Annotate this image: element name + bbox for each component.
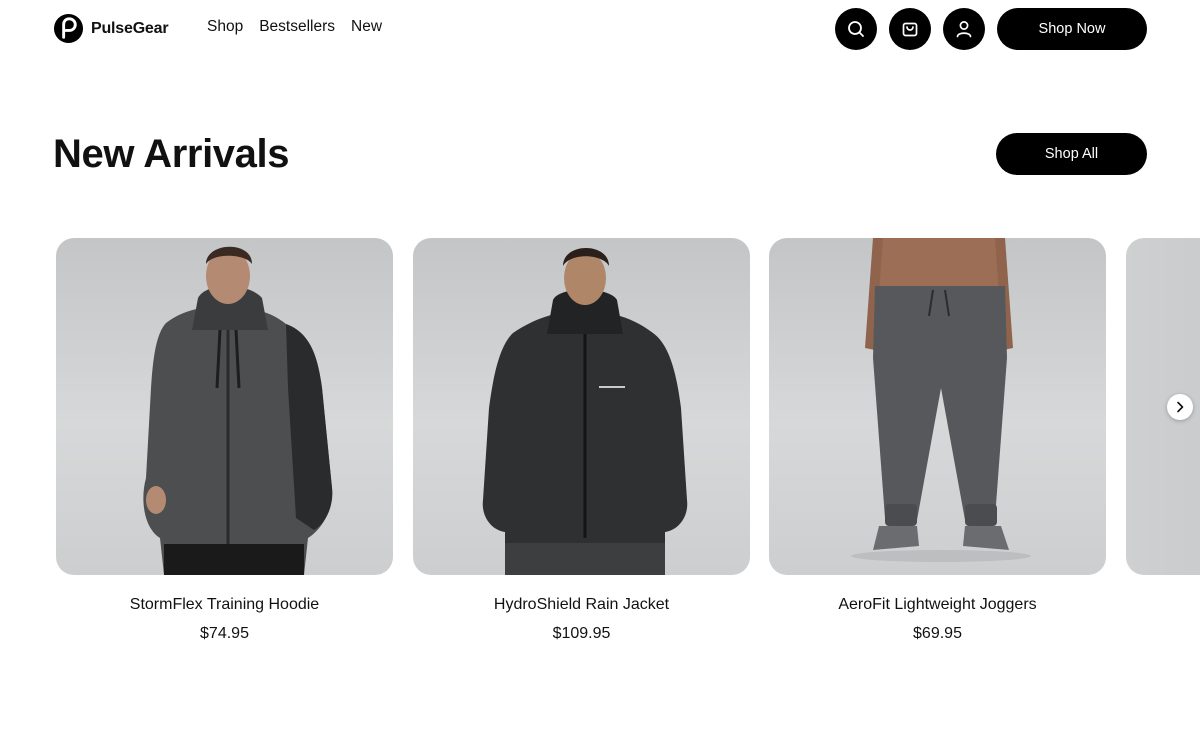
nav-new[interactable]: New <box>351 18 382 36</box>
product-name[interactable]: AeroFit Lightweight Joggers <box>769 594 1106 616</box>
chevron-right-icon <box>1177 401 1184 413</box>
brand-logo[interactable]: PulseGear <box>53 13 169 44</box>
shopping-bag-icon <box>902 22 918 37</box>
product-price: $74.95 <box>200 625 249 642</box>
product-image-jacket[interactable] <box>413 238 750 575</box>
brand-name: PulseGear <box>91 19 169 37</box>
hoodie-illustration <box>143 246 333 575</box>
product-price: $109.95 <box>552 625 611 642</box>
product-image-joggers[interactable] <box>769 238 1106 575</box>
shop-all-button[interactable]: Shop All <box>996 133 1147 175</box>
search-icon <box>848 21 864 37</box>
cart-button[interactable] <box>889 8 931 50</box>
search-button[interactable] <box>835 8 877 50</box>
product-card[interactable]: AeroFit Lightweight Joggers $69.95 <box>769 238 1106 645</box>
product-card[interactable]: StormFlex Training Hoodie $74.95 <box>56 238 393 645</box>
product-price: $69.95 <box>913 625 962 642</box>
section-title: New Arrivals <box>53 132 290 176</box>
account-button[interactable] <box>943 8 985 50</box>
joggers-illustration <box>851 238 1031 562</box>
product-name[interactable]: HydroShield Rain Jacket <box>413 594 750 616</box>
product-image-hoodie[interactable] <box>56 238 393 575</box>
user-icon <box>956 21 972 38</box>
site-header: PulseGear Shop Bestsellers New Shop Now <box>0 0 1200 56</box>
nav-shop[interactable]: Shop <box>207 18 243 36</box>
product-name[interactable]: StormFlex Training Hoodie <box>56 594 393 616</box>
carousel-next-button[interactable] <box>1167 394 1193 420</box>
shop-now-button[interactable]: Shop Now <box>997 8 1147 50</box>
p-logo-icon <box>53 13 84 44</box>
jacket-illustration <box>482 248 688 575</box>
product-card[interactable]: HydroShield Rain Jacket $109.95 <box>413 238 750 645</box>
nav-bestsellers[interactable]: Bestsellers <box>259 18 335 36</box>
main-nav: Shop Bestsellers New <box>207 18 382 36</box>
